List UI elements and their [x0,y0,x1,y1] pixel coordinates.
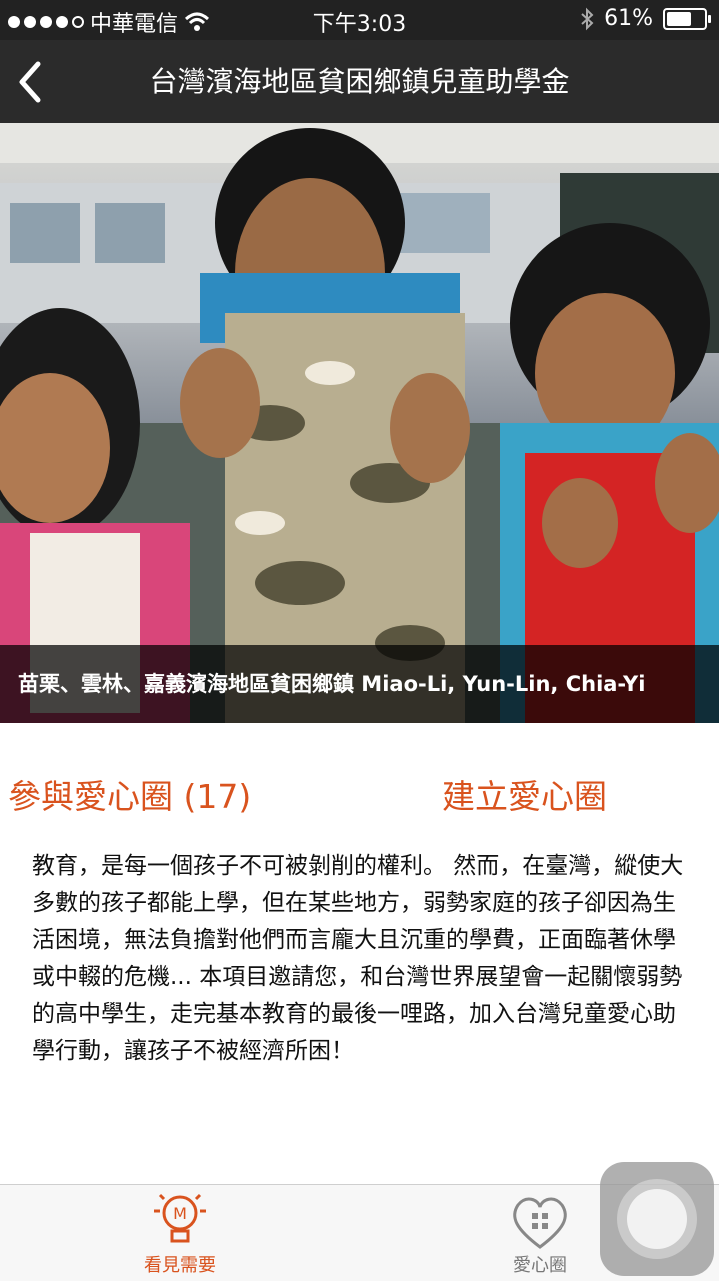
lightbulb-icon: M [154,1193,206,1243]
battery-icon [663,7,711,30]
assistive-touch-center-icon [627,1189,687,1249]
back-button[interactable] [12,56,62,106]
status-bar: 中華電信 下午3:03 61% [0,0,719,40]
assistive-touch-button[interactable] [600,1162,714,1276]
project-description: 教育，是每一個孩子不可被剝削的權利。 然而，在臺灣，縱使大多數的孩子都能上學，但… [32,853,684,1064]
hero-caption: 苗栗、雲林、嘉義濱海地區貧困鄉鎮 Miao-Li, Yun-Lin, Chia-… [0,645,719,723]
navigation-bar: 台灣濱海地區貧困鄉鎮兒童助學金 [0,40,719,123]
svg-text:M: M [173,1204,187,1223]
battery-percent: 61% [604,6,653,31]
join-circle-button[interactable]: 參與愛心圈 (17) [8,770,251,818]
hero-photo: 苗栗、雲林、嘉義濱海地區貧困鄉鎮 Miao-Li, Yun-Lin, Chia-… [0,123,719,723]
tab-love-circle-label: 愛心圈 [513,1255,567,1276]
tab-love-circle[interactable]: 愛心圈 [460,1185,620,1281]
tab-see-needs[interactable]: M 看見需要 [100,1185,260,1281]
tab-see-needs-label: 看見需要 [144,1255,216,1276]
bluetooth-icon [581,7,594,30]
children-photo-illustration [0,123,719,723]
heart-icon [513,1197,567,1249]
page-title: 台灣濱海地區貧困鄉鎮兒童助學金 [149,65,570,98]
status-right: 61% [580,6,711,31]
create-circle-button[interactable]: 建立愛心圈 [442,770,607,818]
chevron-left-icon [19,61,41,103]
